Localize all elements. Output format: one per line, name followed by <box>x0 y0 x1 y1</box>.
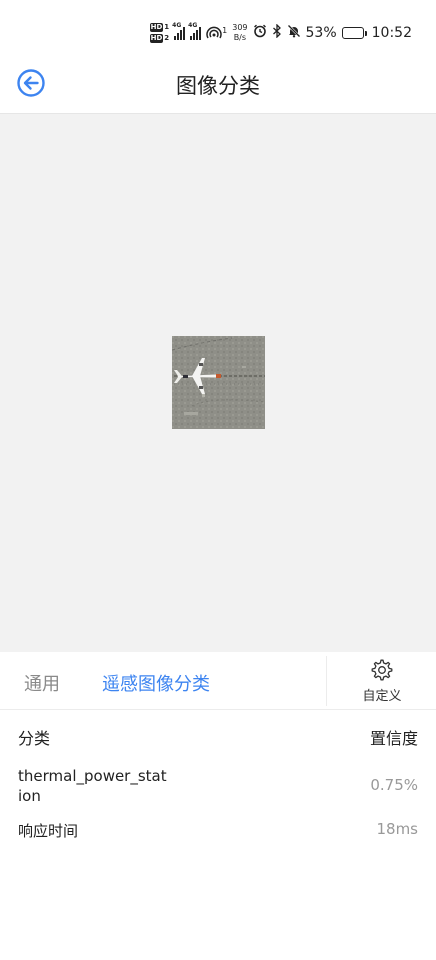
alarm-icon <box>253 24 267 42</box>
battery-icon <box>341 27 367 39</box>
gear-icon <box>371 659 393 681</box>
hd-2-badge: HD 2 <box>149 34 170 43</box>
signal-2-icon: 4G <box>188 22 202 40</box>
tab-divider <box>326 656 327 706</box>
signal-1-icon: 4G <box>172 22 186 40</box>
result-confidence-value: 0.75% <box>370 776 418 794</box>
tab-remote-sensing[interactable]: 遥感图像分类 <box>102 670 210 696</box>
response-time-value: 18ms <box>376 820 418 838</box>
confidence-column-header: 置信度 <box>369 729 418 748</box>
status-bar: HD 1 HD 2 4G 4G 1 309 B/s 53% 10:52 <box>0 0 436 62</box>
bluetooth-icon <box>272 23 282 42</box>
response-time-label: 响应时间 <box>18 822 79 840</box>
network-speed: 309 B/s <box>232 23 248 42</box>
image-preview-area <box>0 114 436 652</box>
result-class-label: thermal_power_station <box>18 767 167 805</box>
status-icons: HD 1 HD 2 4G 4G 1 309 B/s 53% 10:52 <box>149 18 412 48</box>
input-image <box>172 336 265 429</box>
app-header: 图像分类 <box>0 62 436 114</box>
clock: 10:52 <box>371 25 412 41</box>
mute-icon <box>287 24 301 42</box>
tab-general[interactable]: 通用 <box>24 670 60 696</box>
battery-percent: 53% <box>305 25 337 41</box>
hotspot-icon: 1 <box>206 26 227 40</box>
hd-indicators: HD 1 HD 2 <box>149 23 170 43</box>
category-tab-bar: 通用 遥感图像分类 自定义 <box>0 652 436 710</box>
class-column-header: 分类 <box>18 729 51 748</box>
custom-button-label: 自定义 <box>362 689 402 704</box>
hd-1-badge: HD 1 <box>149 23 170 32</box>
page-title: 图像分类 <box>176 74 260 98</box>
custom-button[interactable]: 自定义 <box>352 658 412 706</box>
